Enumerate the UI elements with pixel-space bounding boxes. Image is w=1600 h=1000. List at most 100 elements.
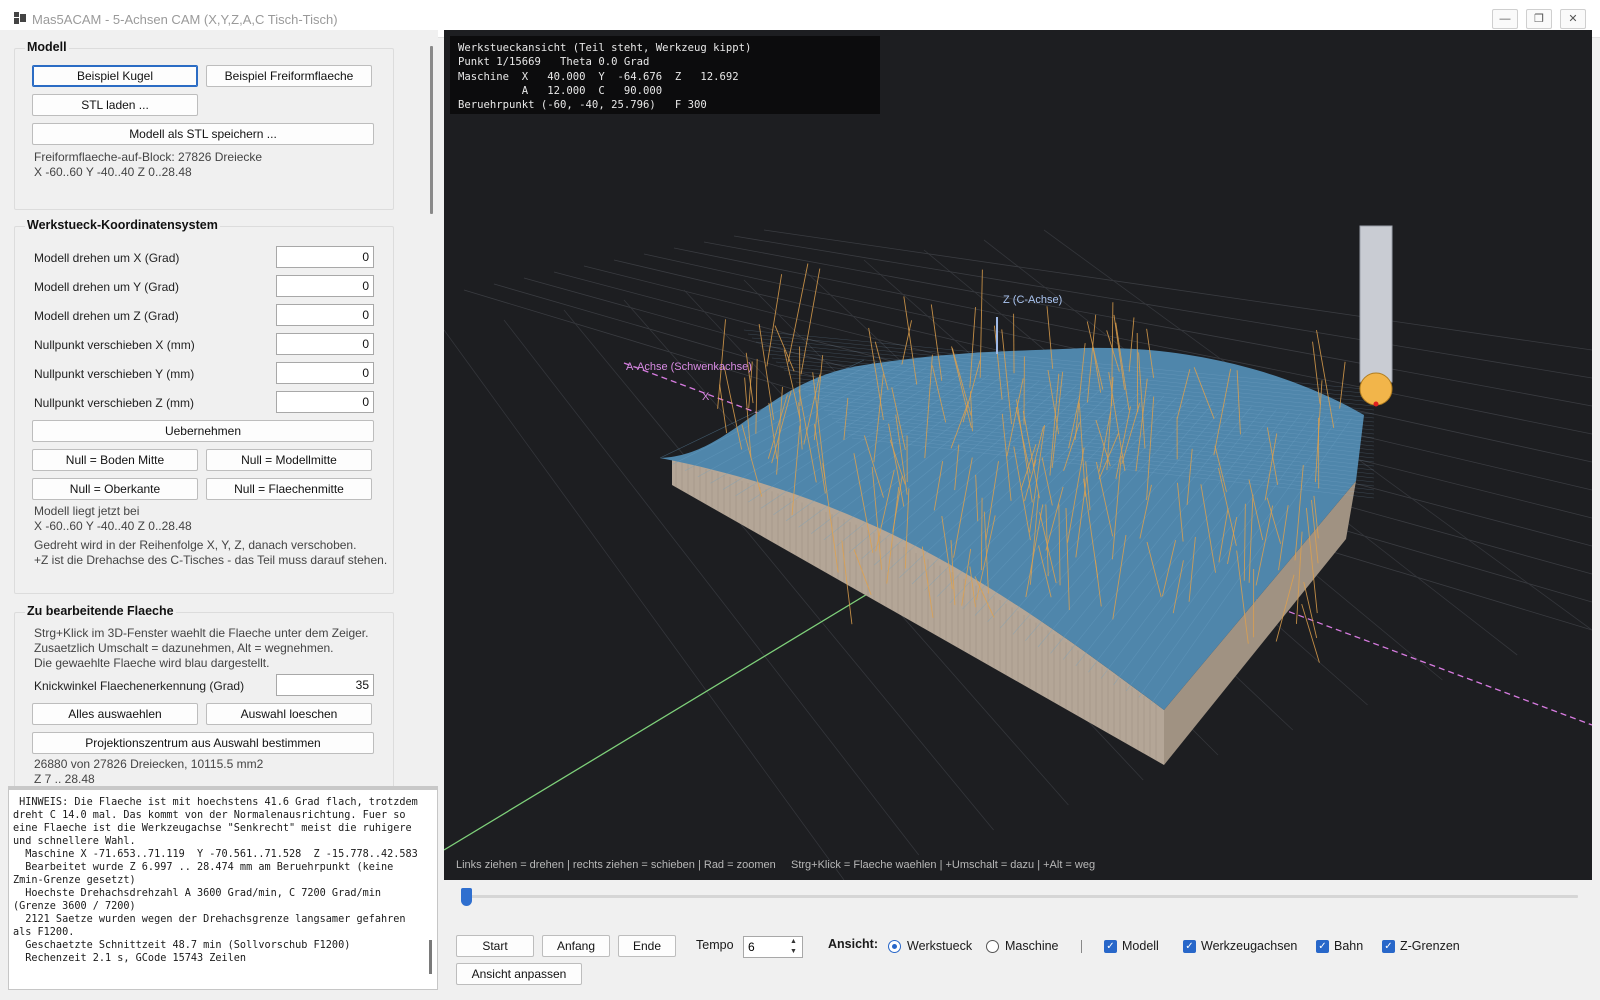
null-flaechenmitte-button[interactable]: Null = Flaechenmitte (206, 478, 372, 500)
null-oberkante-button[interactable]: Null = Oberkante (32, 478, 198, 500)
rot-y-input[interactable] (276, 275, 374, 297)
auswahl-info-line2: Z 7 .. 28.48 (34, 772, 95, 786)
rot-x-label: Modell drehen um X (Grad) (34, 251, 180, 265)
start-button[interactable]: Start (456, 935, 534, 957)
shift-x-label: Nullpunkt verschieben X (mm) (34, 338, 195, 352)
shift-y-input[interactable] (276, 362, 374, 384)
beispiel-kugel-button[interactable]: Beispiel Kugel (32, 65, 198, 87)
window-title: Mas5ACAM - 5-Achsen CAM (X,Y,Z,A,C Tisch… (32, 12, 338, 27)
checkbox-bahn[interactable]: ✓ (1316, 940, 1329, 953)
3d-scene[interactable]: Z (C-Achse) A-Achse (Schwenkachse) X (444, 30, 1592, 880)
log-scroll-thumb[interactable] (429, 940, 432, 974)
auswahl-loeschen-button[interactable]: Auswahl loeschen (206, 703, 372, 725)
y-axis-line (444, 589, 875, 851)
checkbox-modell[interactable]: ✓ (1104, 940, 1117, 953)
null-modellmitte-button[interactable]: Null = Modellmitte (206, 449, 372, 471)
minimize-button[interactable]: — (1492, 9, 1518, 29)
3d-viewport[interactable]: Z (C-Achse) A-Achse (Schwenkachse) X Wer… (444, 30, 1592, 880)
a-axis-label: A-Achse (Schwenkachse) (626, 361, 752, 373)
tool-axis-line (787, 263, 809, 363)
shift-y-label: Nullpunkt verschieben Y (mm) (34, 367, 195, 381)
timeline-slider-thumb[interactable] (461, 888, 472, 906)
overlay-line-contact: Beruehrpunkt (-60, -40, 25.796) F 300 (458, 99, 707, 112)
auswahl-info-line1: 26880 von 27826 Dreiecken, 10115.5 mm2 (34, 757, 264, 771)
null-boden-mitte-button[interactable]: Null = Boden Mitte (32, 449, 198, 471)
left-panel: Modell Beispiel Kugel Beispiel Freiformf… (0, 30, 438, 786)
tool-shank (1359, 225, 1393, 383)
contact-point-marker (1373, 401, 1379, 407)
radio-werkstueck[interactable] (888, 940, 901, 953)
x-axis-label: X (702, 391, 710, 403)
checkbox-werkzeugachsen[interactable]: ✓ (1183, 940, 1196, 953)
log-panel[interactable]: HINWEIS: Die Flaeche ist mit hoechstens … (8, 786, 438, 990)
log-line: eine Flaeche ist die Werkzeugachse "Senk… (13, 823, 412, 834)
radio-maschine[interactable] (986, 940, 999, 953)
overlay-line-view: Werkstueckansicht (Teil steht, Werkzeug … (458, 42, 752, 54)
log-line: dreht C 14.0 mal. Das kommt von der Norm… (13, 810, 406, 821)
radio-werkstueck-label[interactable]: Werkstueck (907, 939, 972, 953)
shift-x-input[interactable] (276, 333, 374, 355)
control-separator (1081, 940, 1082, 953)
close-button[interactable]: ✕ (1560, 9, 1586, 29)
tempo-down-icon[interactable]: ▼ (786, 947, 801, 957)
log-line: (Grenze 3600 / 7200) (13, 901, 136, 912)
maximize-button[interactable]: ❐ (1526, 9, 1552, 29)
shift-z-label: Nullpunkt verschieben Z (mm) (34, 396, 195, 410)
modell-info-line1: Freiformflaeche-auf-Block: 27826 Dreieck… (34, 150, 263, 164)
z-axis-label: Z (C-Achse) (1003, 294, 1062, 306)
overlay-line-machine: Maschine X 40.000 Y -64.676 Z 12.692 (458, 70, 739, 83)
alles-auswaehlen-button[interactable]: Alles auswaehlen (32, 703, 198, 725)
rot-z-input[interactable] (276, 304, 374, 326)
checkbox-zgrenzen-label[interactable]: Z-Grenzen (1400, 939, 1460, 953)
uebernehmen-button[interactable]: Uebernehmen (32, 420, 374, 442)
rot-x-input[interactable] (276, 246, 374, 268)
overlay-line-point: Punkt 1/15669 Theta 0.0 Grad (458, 56, 650, 69)
koord-info-line2: X -60..60 Y -40..40 Z 0..28.48 (34, 519, 192, 533)
checkbox-werkzeugachsen-label[interactable]: Werkzeugachsen (1201, 939, 1297, 953)
stl-laden-button[interactable]: STL laden ... (32, 94, 198, 116)
checkbox-zgrenzen[interactable]: ✓ (1382, 940, 1395, 953)
ende-button[interactable]: Ende (618, 935, 676, 957)
log-line: Maschine X -71.653..71.119 Y -70.561..71… (13, 849, 418, 860)
checkbox-bahn-label[interactable]: Bahn (1334, 939, 1363, 953)
grid-line (763, 229, 1592, 351)
tempo-up-icon[interactable]: ▲ (786, 937, 801, 947)
log-line: und schnellere Wahl. (13, 836, 136, 847)
koord-info-line3: Gedreht wird in der Reihenfolge X, Y, Z,… (34, 538, 357, 552)
koord-info-line1: Modell liegt jetzt bei (34, 504, 140, 518)
stl-speichern-button[interactable]: Modell als STL speichern ... (32, 123, 374, 145)
left-panel-scroll-thumb[interactable] (430, 46, 433, 214)
knickwinkel-input[interactable] (276, 674, 374, 696)
radio-maschine-label[interactable]: Maschine (1005, 939, 1059, 953)
rot-z-label: Modell drehen um Z (Grad) (34, 309, 179, 323)
status-overlay: Werkstueckansicht (Teil steht, Werkzeug … (450, 36, 880, 114)
ansicht-anpassen-button[interactable]: Ansicht anpassen (456, 963, 582, 985)
anfang-button[interactable]: Anfang (542, 935, 610, 957)
tool-axis-line (1136, 332, 1139, 413)
checkbox-modell-label[interactable]: Modell (1122, 939, 1159, 953)
overlay-line-rotary: A 12.000 C 90.000 (458, 84, 663, 97)
modell-info-line2: X -60..60 Y -40..40 Z 0..28.48 (34, 165, 192, 179)
timeline-slider-track[interactable] (466, 895, 1578, 898)
rot-y-label: Modell drehen um Y (Grad) (34, 280, 179, 294)
ansicht-label: Ansicht: (828, 937, 878, 951)
projektionszentrum-button[interactable]: Projektionszentrum aus Auswahl bestimmen (32, 732, 374, 754)
log-line: 2121 Saetze wurden wegen der Drehachsgre… (13, 914, 406, 925)
log-line: Zmin-Grenze gesetzt) (13, 875, 136, 886)
koord-group-title: Werkstueck-Koordinatensystem (25, 218, 220, 232)
beispiel-freiform-button[interactable]: Beispiel Freiformflaeche (206, 65, 372, 87)
flaeche-info-line3: Die gewaehlte Flaeche wird blau dargeste… (34, 656, 270, 670)
app-icon (14, 12, 26, 24)
log-line: Bearbeitet wurde Z 6.997 .. 28.474 mm am… (13, 862, 394, 873)
flaeche-info-line2: Zusaetzlich Umschalt = dazunehmen, Alt =… (34, 641, 334, 655)
shift-z-input[interactable] (276, 391, 374, 413)
tempo-label: Tempo (696, 938, 734, 952)
log-line: als F1200. (13, 927, 75, 938)
navigation-hint: Links ziehen = drehen | rechts ziehen = … (456, 859, 1096, 871)
log-line: Rechenzeit 2.1 s, GCode 15743 Zeilen (13, 953, 247, 964)
tool-axis-line (1339, 361, 1346, 409)
modell-group-title: Modell (25, 40, 69, 54)
log-line: Geschaetzte Schnittzeit 48.7 min (Sollvo… (13, 940, 351, 951)
tool-ball-tip (1359, 372, 1393, 406)
tool-axis-line (719, 384, 728, 434)
